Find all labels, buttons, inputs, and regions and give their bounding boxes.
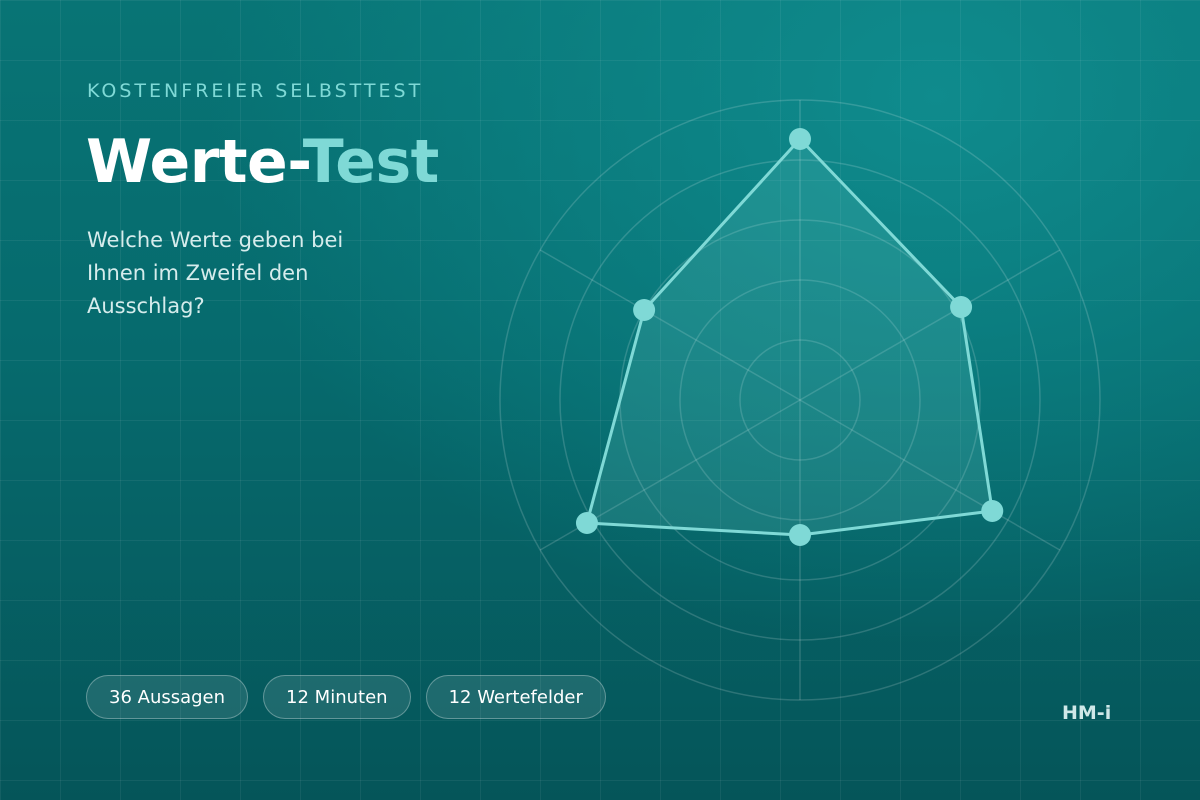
stat-pill-fields: 12 Wertefelder: [425, 675, 606, 719]
stat-pill-statements: 36 Aussagen: [86, 675, 249, 719]
eyebrow-label: KOSTENFREIER SELBSTTEST: [87, 80, 424, 102]
radar-point: [575, 512, 598, 534]
stat-pill-duration: 12 Minuten: [263, 675, 411, 719]
radar-point: [789, 128, 811, 150]
radar-point: [633, 299, 656, 321]
radar-point: [789, 524, 811, 546]
title-main: Werte-: [86, 127, 303, 197]
radar-point: [950, 296, 973, 318]
radar-chart: [499, 99, 1101, 701]
page-subtitle: Welche Werte geben bei Ihnen im Zweifel …: [87, 228, 344, 318]
brand-logo: HM-i: [1062, 702, 1112, 724]
page-title: Werte-Test: [86, 122, 439, 202]
radar-point: [981, 500, 1004, 522]
title-accent: Test: [302, 127, 440, 197]
stats-pills: 36 Aussagen 12 Minuten 12 Wertefelder: [86, 675, 606, 719]
